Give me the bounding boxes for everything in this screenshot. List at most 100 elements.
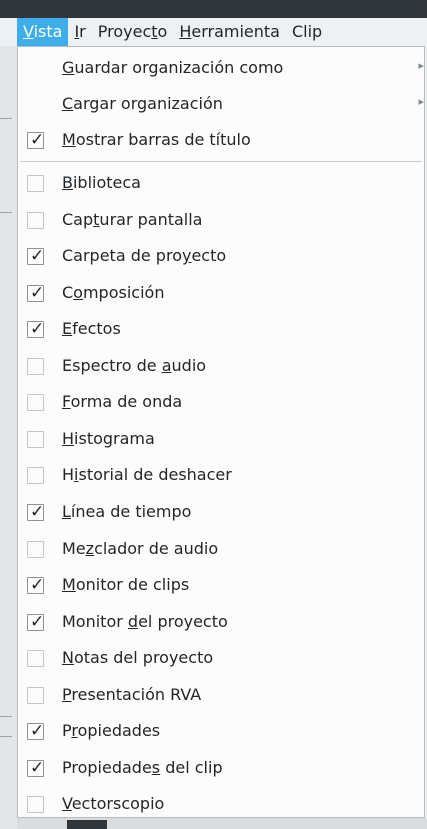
menu-item-label: Monitor de clips <box>62 568 189 602</box>
menu-item-label: Presentación RVA <box>62 678 201 712</box>
label-post: mposición <box>82 282 165 302</box>
label-mnemonic: G <box>62 58 75 77</box>
vista-dropdown-menu: Guardar organización como ▸ Cargar organ… <box>17 46 425 818</box>
menu-bar: Vista Ir Proyecto Herramienta Clip <box>0 18 427 46</box>
check-icon: ✓ <box>30 721 45 742</box>
menu-vista[interactable]: Vista <box>17 18 69 46</box>
label-pre: C <box>62 282 74 302</box>
menu-item-panel-toggle[interactable]: ✓ Efectos <box>18 312 424 348</box>
menu-item-panel-toggle[interactable]: ✓ Carpeta de proyecto <box>18 239 424 275</box>
menu-item-panel-toggle[interactable]: Histograma <box>18 422 424 458</box>
menu-ir-post: r <box>79 22 86 41</box>
menu-proyecto-pre: Proyec <box>97 22 152 41</box>
label-pre: Me <box>62 538 86 558</box>
label-mnemonic: o <box>73 282 83 302</box>
label-pre: H <box>62 465 75 485</box>
label-post: storial de deshacer <box>78 465 232 485</box>
checkbox-icon <box>27 650 44 668</box>
menu-item-panel-toggle[interactable]: Capturar pantalla <box>18 203 424 239</box>
label-mnemonic: d <box>127 611 139 631</box>
check-icon: ✓ <box>30 611 45 632</box>
label-mnemonic: M <box>62 130 76 149</box>
label-post: ínea de tiempo <box>70 501 192 521</box>
label-mnemonic: L <box>62 501 71 521</box>
label-post: ectorscopio <box>71 794 165 814</box>
menu-item-label: Vectorscopio <box>62 787 164 821</box>
label-post: urar pantalla <box>99 209 203 229</box>
menu-item-label: Propiedades <box>62 714 160 748</box>
label-mnemonic: C <box>62 94 74 113</box>
label-post: orma de onda <box>70 392 183 412</box>
menu-item-panel-toggle[interactable]: Espectro de audio <box>18 349 424 385</box>
menu-item-label: Monitor del proyecto <box>62 605 228 639</box>
label-post: onitor de clips <box>75 575 190 595</box>
menu-item-label: Cargar organización <box>62 87 223 121</box>
menu-item-label: Carpeta de proyecto <box>62 239 226 273</box>
menu-item-mostrar-barras-titulo[interactable]: ✓ Mostrar barras de título <box>18 123 424 159</box>
background-window-edge <box>0 46 17 829</box>
menu-item-guardar-organizacion[interactable]: Guardar organización como ▸ <box>18 51 424 87</box>
label-post: ostrar barras de título <box>75 130 251 149</box>
label-post: clador de audio <box>94 538 219 558</box>
menu-item-panel-toggle[interactable]: ✓ Propiedades del clip <box>18 751 424 787</box>
checkbox-icon <box>27 175 44 192</box>
label-post: fectos <box>72 319 121 339</box>
label-post: otas del proyecto <box>73 648 214 668</box>
menu-item-panel-toggle[interactable]: Notas del proyecto <box>18 641 424 677</box>
label-mnemonic: H <box>62 428 75 448</box>
label-post: udio <box>171 355 207 375</box>
checkbox-icon <box>27 394 44 412</box>
menu-item-label: Efectos <box>62 312 121 346</box>
check-icon: ✓ <box>30 501 45 522</box>
menu-item-panel-toggle[interactable]: ✓ Línea de tiempo <box>18 495 424 531</box>
label-mnemonic: V <box>62 794 72 814</box>
menu-ir[interactable]: Ir <box>68 18 91 46</box>
label-pre: Carpeta de pro <box>62 246 182 266</box>
menu-item-cargar-organizacion[interactable]: Cargar organización ▸ <box>18 87 424 123</box>
menu-separator <box>20 161 422 162</box>
menu-item-panel-toggle[interactable]: ✓ Monitor de clips <box>18 568 424 604</box>
menu-clip[interactable]: Clip <box>286 18 328 46</box>
label-mnemonic: s <box>151 757 161 777</box>
label-mnemonic: P <box>62 684 72 704</box>
menu-item-panel-toggle[interactable]: Forma de onda <box>18 385 424 421</box>
label-post: opiedades <box>77 721 161 741</box>
background-divider <box>0 118 12 119</box>
background-divider <box>0 716 12 717</box>
menu-item-panel-toggle[interactable]: Historial de deshacer <box>18 458 424 494</box>
window-top-strip <box>0 0 427 18</box>
menu-item-label: Mostrar barras de título <box>62 123 251 157</box>
menu-item-label: Notas del proyecto <box>62 641 213 675</box>
menu-item-panel-toggle[interactable]: ✓ Propiedades <box>18 714 424 750</box>
menu-item-panel-toggle[interactable]: ✓ Monitor del proyecto <box>18 605 424 641</box>
menu-item-label: Forma de onda <box>62 385 182 419</box>
check-icon: ✓ <box>30 130 45 150</box>
checkbox-icon <box>27 430 44 448</box>
menu-proyecto-post: o <box>157 22 168 41</box>
menu-item-panel-toggle[interactable]: Vectorscopio <box>18 787 424 823</box>
menu-item-panel-toggle[interactable]: Mezclador de audio <box>18 532 424 568</box>
menu-item-panel-toggle[interactable]: Biblioteca <box>18 166 424 202</box>
checkbox-icon <box>27 211 44 229</box>
label-post: iblioteca <box>72 173 141 192</box>
background-divider <box>0 212 12 213</box>
menu-item-label: Propiedades del clip <box>62 751 223 785</box>
check-icon: ✓ <box>30 319 45 340</box>
menu-item-label: Biblioteca <box>62 166 141 200</box>
menu-herramienta[interactable]: Herramienta <box>173 18 286 46</box>
submenu-arrow-icon: ▸ <box>418 59 424 72</box>
menu-herramienta-post: erramienta <box>191 22 280 41</box>
label-post: del clip <box>160 757 223 777</box>
check-icon: ✓ <box>30 757 45 778</box>
check-icon: ✓ <box>30 575 45 596</box>
menu-item-panel-toggle[interactable]: Presentación RVA <box>18 678 424 714</box>
menu-vista-post: ista <box>33 22 63 41</box>
checkbox-icon <box>27 796 44 814</box>
menu-proyecto[interactable]: Proyecto <box>92 18 174 46</box>
label-post: istograma <box>74 428 155 448</box>
menu-clip-pre: Clip <box>291 22 323 41</box>
label-pre: Espectro de <box>62 355 162 375</box>
menu-item-panel-toggle[interactable]: ✓ Composición <box>18 276 424 312</box>
menu-item-label: Guardar organización como <box>62 51 283 85</box>
label-pre: Propiedade <box>62 757 152 777</box>
